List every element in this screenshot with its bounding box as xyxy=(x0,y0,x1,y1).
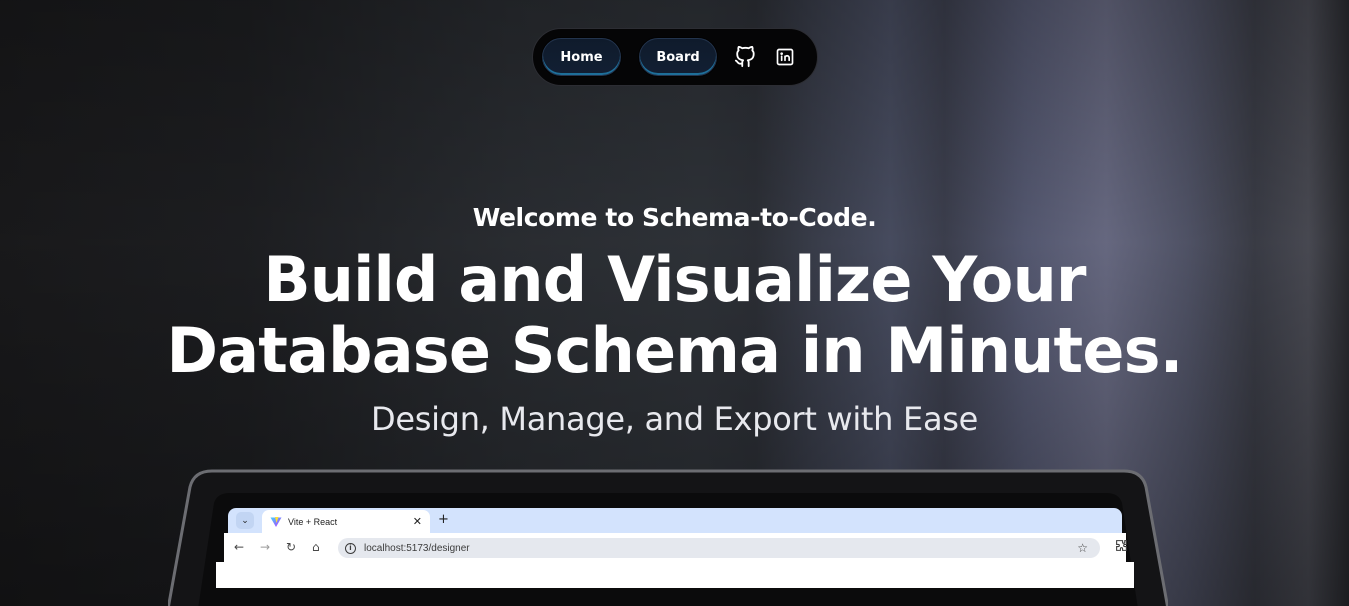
new-tab-button[interactable]: + xyxy=(438,512,449,527)
vite-logo-icon xyxy=(270,516,282,527)
site-info-icon[interactable]: i xyxy=(345,542,356,554)
hero-title: Build and Visualize Your Database Schema… xyxy=(0,244,1349,386)
board-button[interactable]: Board xyxy=(639,38,717,76)
hero-title-line-1: Build and Visualize Your xyxy=(263,243,1086,316)
home-button[interactable]: Home xyxy=(542,38,621,76)
tab-close-icon[interactable]: ✕ xyxy=(413,515,422,528)
address-bar[interactable]: i localhost:5173/designer ☆ xyxy=(338,538,1100,558)
tab-search-chevron-icon[interactable]: ⌄ xyxy=(236,512,254,529)
forward-icon[interactable]: → xyxy=(260,539,270,555)
github-icon[interactable] xyxy=(734,46,756,68)
reload-icon[interactable]: ↻ xyxy=(286,539,296,555)
welcome-heading: Welcome to Schema-to-Code. xyxy=(472,203,877,232)
top-nav: Home Board xyxy=(532,28,818,86)
extensions-icon[interactable] xyxy=(1115,539,1128,555)
url-text[interactable]: localhost:5173/designer xyxy=(364,543,1077,554)
hero-title-line-2: Database Schema in Minutes. xyxy=(166,314,1184,387)
browser-mockup: ⌄ Vite + React ✕ + ← → ↻ ⌂ i localhost:5… xyxy=(216,508,1134,588)
bookmark-star-icon[interactable]: ☆ xyxy=(1077,541,1088,555)
browser-tab[interactable]: Vite + React ✕ xyxy=(262,510,430,533)
linkedin-icon[interactable] xyxy=(774,46,796,68)
home-icon[interactable]: ⌂ xyxy=(312,539,320,555)
tab-title: Vite + React xyxy=(288,516,338,527)
browser-page-area xyxy=(216,562,1134,588)
browser-toolbar: ← → ↻ ⌂ i localhost:5173/designer ☆ xyxy=(224,533,1128,562)
back-icon[interactable]: ← xyxy=(234,539,244,555)
browser-tab-strip: ⌄ Vite + React ✕ + xyxy=(228,508,1122,533)
hero-tagline: Design, Manage, and Export with Ease xyxy=(370,400,979,438)
